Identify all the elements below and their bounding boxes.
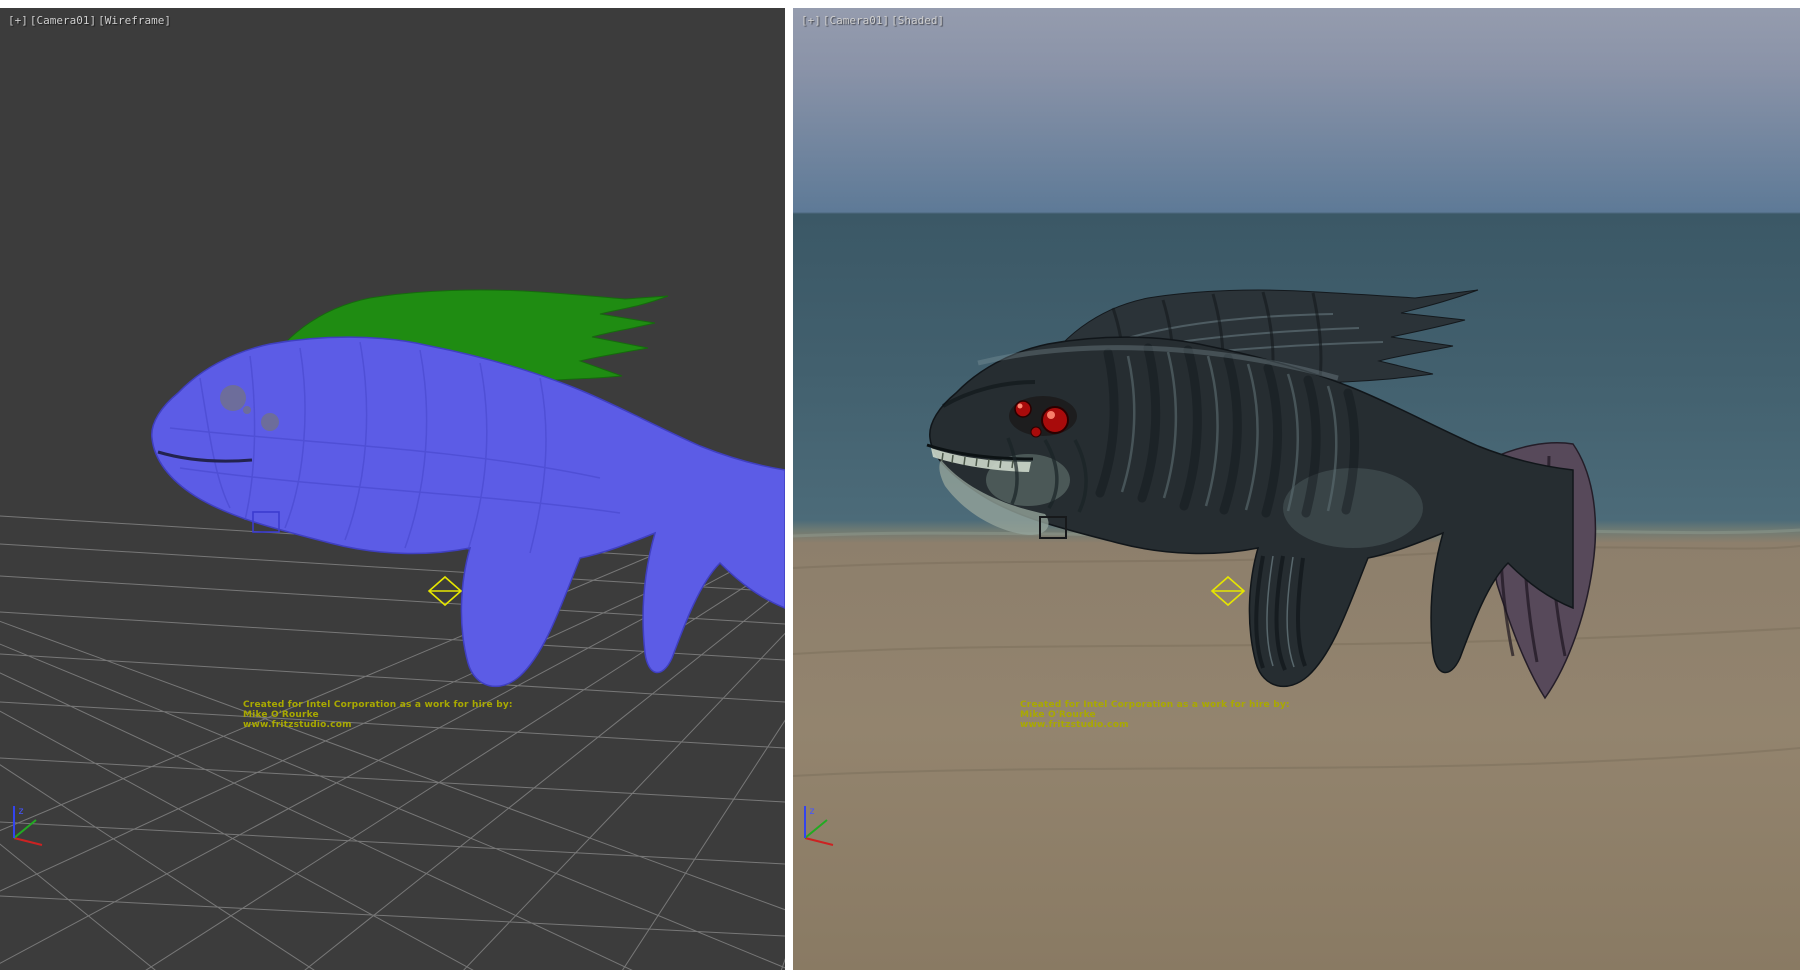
world-axis-tripod: z [805,806,833,845]
credit-line-2: Mike O'Rourke [243,710,513,720]
viewport-label: [+] [Camera01] [Shaded] [801,14,944,27]
viewport-canvas-shaded: z [793,8,1800,970]
fish-eye-spot [243,406,251,414]
axis-x-red [805,838,833,845]
credit-line-2: Mike O'Rourke [1020,710,1290,720]
axis-y-green [805,820,827,838]
viewport-canvas-wireframe: z [0,8,785,970]
scene-credit-text: Created for Intel Corporation as a work … [1020,700,1290,730]
world-axis-tripod: z [14,806,42,845]
credit-line-3: www.fritzstudio.com [1020,720,1290,730]
dummy-helper-gizmo[interactable] [429,577,461,605]
credit-line-1: Created for Intel Corporation as a work … [1020,700,1290,710]
scene-credit-text: Created for Intel Corporation as a work … [243,700,513,730]
axis-z-label: z [809,806,815,817]
axis-x-red [14,838,42,845]
dual-viewport-workspace: [+] [Camera01] [Wireframe] [0,0,1800,978]
eye-highlight [1047,411,1055,419]
viewport-menu-shading[interactable]: [Shaded] [891,14,944,27]
viewport-menu-pov[interactable]: [Camera01] [30,14,96,27]
fish-eye-red-mid [1015,401,1031,417]
viewport-menu-pov[interactable]: [Camera01] [823,14,889,27]
fish-eye-red-large [1042,407,1068,433]
viewport-menu-general[interactable]: [+] [8,14,28,27]
eye-highlight [1018,404,1023,409]
fish-shaded-model[interactable] [927,290,1595,698]
fish-eye-spot [261,413,279,431]
viewport-wireframe[interactable]: [+] [Camera01] [Wireframe] [0,8,785,970]
viewport-label: [+] [Camera01] [Wireframe] [8,14,171,27]
viewport-menu-general[interactable]: [+] [801,14,821,27]
viewport-shaded[interactable]: [+] [Camera01] [Shaded] [793,8,1800,970]
credit-line-1: Created for Intel Corporation as a work … [243,700,513,710]
axis-z-label: z [18,806,24,817]
fish-eye-red-small [1031,427,1041,437]
credit-line-3: www.fritzstudio.com [243,720,513,730]
dummy-helper-gizmo[interactable] [1212,577,1244,605]
fish-eye-spot [220,385,246,411]
viewport-menu-shading[interactable]: [Wireframe] [98,14,171,27]
